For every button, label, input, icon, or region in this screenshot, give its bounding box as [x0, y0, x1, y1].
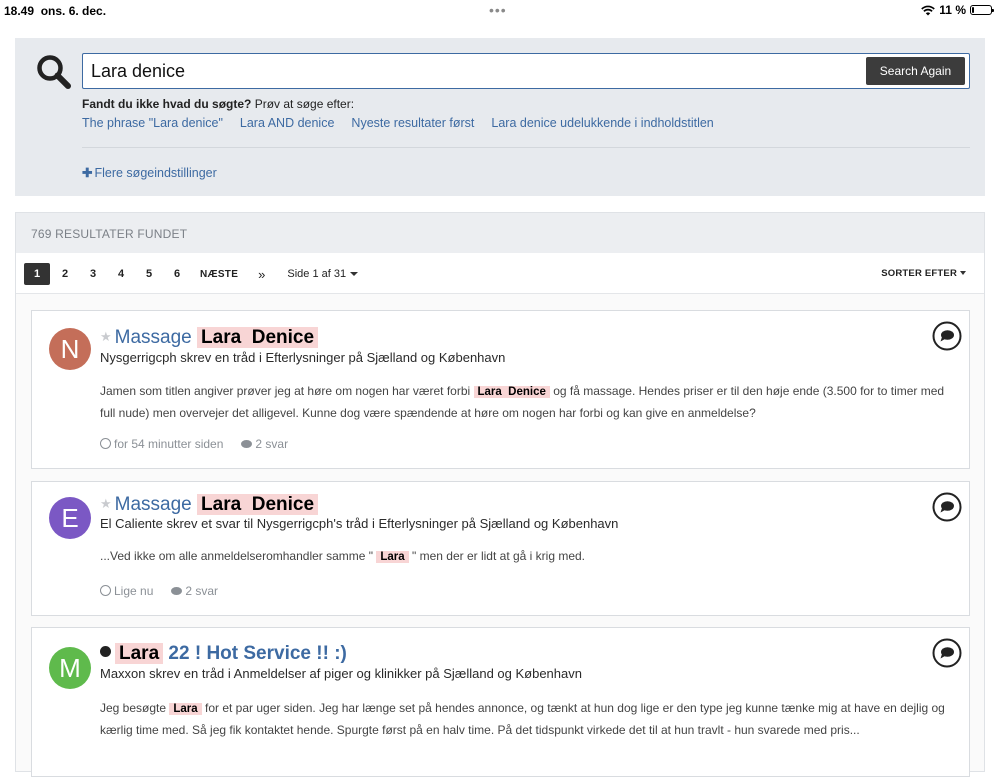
comment-bubble-icon [932, 321, 962, 351]
search-panel: Search Again Fandt du ikke hvad du søgte… [15, 38, 985, 196]
result-time: for 54 minutter siden [100, 437, 223, 451]
sort-dropdown[interactable]: SORTER EFTER [881, 268, 966, 279]
more-search-options-link[interactable]: ✚ Flere søgeindstillinger [82, 165, 217, 180]
battery-icon [970, 5, 994, 15]
result-title-link[interactable]: ★ Massage Lara Denice [100, 327, 319, 349]
unread-dot-icon [100, 646, 111, 657]
page-link-1[interactable]: 1 [24, 263, 50, 285]
highlight: Lara [169, 703, 202, 715]
highlight: Lara [376, 551, 409, 563]
status-indicators: 11 % [921, 3, 994, 17]
result-snippet: Jeg besøgte Lara for et par uger siden. … [100, 701, 945, 737]
last-page-link[interactable]: » [258, 267, 265, 282]
result-title-link[interactable]: ★ Massage Lara Denice [100, 494, 319, 516]
result-replies: 2 svar [171, 584, 218, 598]
suggestion-prompt: Fandt du ikke hvad du søgte? Prøv at søg… [82, 97, 355, 111]
wifi-icon [921, 5, 936, 15]
result-item: M Lara 22 ! Hot Service !! :) Maxxon skr… [31, 627, 970, 777]
page-link-6[interactable]: 6 [164, 263, 190, 285]
result-subtitle: El Caliente skrev et svar til Nysgerrigc… [100, 516, 619, 531]
comment-icon [241, 440, 253, 448]
highlight: Lara Denice [473, 386, 550, 398]
result-item: E ★ Massage Lara Denice El Caliente skrev… [31, 481, 970, 616]
pagination: 1 2 3 4 5 6 NÆSTE » Side 1 af 31 [24, 263, 359, 285]
suggestion-link-and[interactable]: Lara AND denice [240, 116, 335, 130]
star-icon: ★ [100, 496, 112, 511]
page-link-3[interactable]: 3 [80, 263, 106, 285]
results-count: 769 RESULTATER FUNDET [16, 213, 984, 253]
clock-icon [100, 438, 111, 449]
page-link-4[interactable]: 4 [108, 263, 134, 285]
result-meta: Lige nu 2 svar [100, 584, 218, 598]
highlight: Lara Denice [197, 327, 319, 348]
avatar[interactable]: N [49, 328, 91, 370]
result-title-link[interactable]: Lara 22 ! Hot Service !! :) [100, 643, 347, 665]
status-time-date: 18.49 ons. 6. dec. [4, 4, 107, 18]
search-icon[interactable] [36, 54, 72, 90]
page-jump-dropdown[interactable]: Side 1 af 31 [287, 268, 359, 280]
page-link-2[interactable]: 2 [52, 263, 78, 285]
highlight: Lara [115, 643, 164, 664]
battery-percent: 11 % [939, 3, 966, 17]
suggestion-links: The phrase "Lara denice" Lara AND denice… [82, 116, 714, 130]
suggestion-link-phrase[interactable]: The phrase "Lara denice" [82, 116, 223, 130]
result-replies: 2 svar [241, 437, 288, 451]
page-link-5[interactable]: 5 [136, 263, 162, 285]
result-item: N ★ Massage Lara Denice Nysgerrigcph skre… [31, 310, 970, 469]
clock-icon [100, 585, 111, 596]
multitask-dots[interactable]: ••• [489, 2, 507, 18]
status-bar: 18.49 ons. 6. dec. ••• 11 % [0, 0, 1000, 24]
suggestion-link-newest[interactable]: Nyeste resultater først [351, 116, 474, 130]
results-panel: 769 RESULTATER FUNDET 1 2 3 4 5 6 NÆSTE … [15, 212, 985, 777]
search-again-button[interactable]: Search Again [866, 57, 965, 85]
search-input[interactable] [91, 54, 851, 88]
result-time: Lige nu [100, 584, 153, 598]
result-subtitle: Maxxon skrev en tråd i Anmeldelser af pi… [100, 666, 582, 681]
result-snippet: Jamen som titlen angiver prøver jeg at h… [100, 384, 945, 420]
comment-bubble-icon [932, 638, 962, 668]
result-subtitle: Nysgerrigcph skrev en tråd i Efterlysnin… [100, 350, 506, 365]
comment-icon [171, 587, 183, 595]
caret-down-icon [350, 272, 359, 277]
next-page-link[interactable]: NÆSTE [200, 269, 238, 280]
suggestion-link-title-only[interactable]: Lara denice udelukkende i indholdstitlen [491, 116, 713, 130]
comment-bubble-icon [932, 492, 962, 522]
divider [82, 147, 970, 148]
highlight: Lara Denice [197, 494, 319, 515]
star-icon: ★ [100, 329, 112, 344]
plus-icon: ✚ [82, 166, 93, 180]
caret-down-icon [960, 271, 966, 276]
pagination-bar: 1 2 3 4 5 6 NÆSTE » Side 1 af 31 SORTER … [16, 253, 984, 294]
avatar[interactable]: M [49, 647, 91, 689]
search-field[interactable]: Search Again [82, 53, 970, 89]
result-meta: for 54 minutter siden 2 svar [100, 437, 288, 451]
result-snippet: ...Ved ikke om alle anmeldelseromhandler… [100, 549, 586, 563]
avatar[interactable]: E [49, 497, 91, 539]
